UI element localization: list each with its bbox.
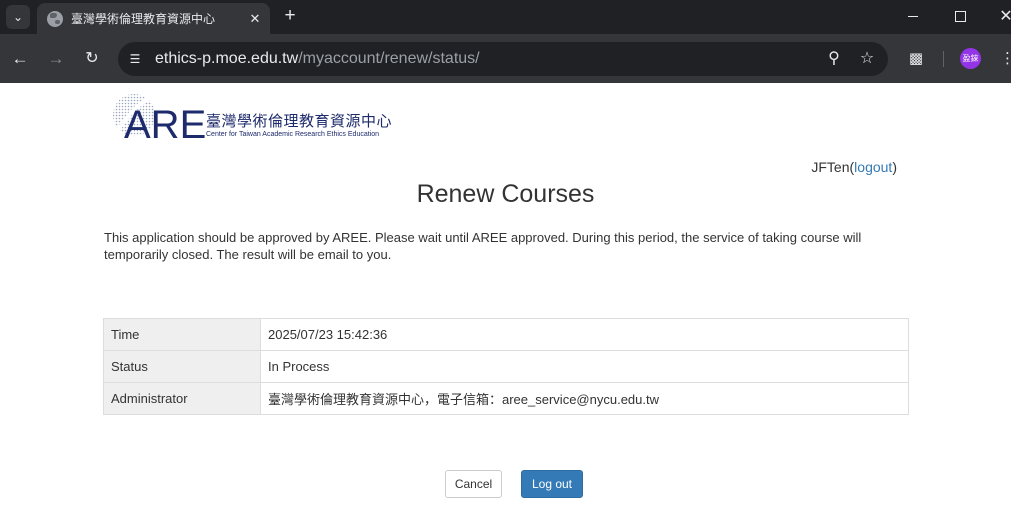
aree-logo[interactable]: AREE 臺灣學術倫理教育資源中心 Center for Taiwan Acad… xyxy=(112,93,402,143)
url-path: /myaccount/renew/status/ xyxy=(298,50,480,67)
reload-icon[interactable]: ↻ xyxy=(80,47,104,71)
renew-status-table: Time 2025/07/23 15:42:36 Status In Proce… xyxy=(103,318,909,415)
new-tab-plus-icon[interactable]: + xyxy=(279,5,301,27)
tab-title: 臺灣學術倫理教育資源中心 xyxy=(71,12,216,26)
url-host: ethics-p.moe.edu.tw xyxy=(155,50,299,67)
close-paren: ) xyxy=(892,159,897,175)
window-minimize-icon[interactable] xyxy=(899,4,927,28)
table-row: Time 2025/07/23 15:42:36 xyxy=(103,318,909,351)
row-label-administrator: Administrator xyxy=(103,382,261,415)
profile-avatar[interactable]: 盈錸 xyxy=(960,48,981,69)
user-status: JFTen(logout) xyxy=(811,159,897,175)
browser-tab-bar: ⌄ 臺灣學術倫理教育資源中心 ✕ + ✕ xyxy=(0,0,1011,34)
row-value-time: 2025/07/23 15:42:36 xyxy=(260,318,909,351)
approval-notice: This application should be approved by A… xyxy=(104,230,862,262)
browser-toolbar: ← → ↻ ☰ ethics-p.moe.edu.tw/myaccount/re… xyxy=(0,34,1011,83)
table-row: Administrator 臺灣學術倫理教育資源中心，電子信箱：aree_ser… xyxy=(103,382,909,415)
logo-chinese-name: 臺灣學術倫理教育資源中心 xyxy=(206,113,393,130)
address-bar[interactable]: ☰ ethics-p.moe.edu.tw/myaccount/renew/st… xyxy=(118,42,888,76)
bookmark-star-icon[interactable]: ☆ xyxy=(857,49,877,69)
aree-logo-mark-icon: AREE xyxy=(113,93,208,143)
tab-search-chevron-icon[interactable]: ⌄ xyxy=(6,5,30,29)
forward-arrow-icon[interactable]: → xyxy=(44,47,68,71)
back-arrow-icon[interactable]: ← xyxy=(8,47,32,71)
browser-tab[interactable]: 臺灣學術倫理教育資源中心 ✕ xyxy=(37,3,270,34)
toolbar-divider xyxy=(943,51,944,67)
logout-button[interactable]: Log out xyxy=(521,470,583,498)
extensions-puzzle-icon[interactable]: ▩ xyxy=(906,49,926,69)
table-row: Status In Process xyxy=(103,350,909,383)
browser-menu-kebab-icon[interactable]: ⋮ xyxy=(1000,48,1011,70)
logo-mark-text: AREE xyxy=(124,103,208,143)
window-maximize-icon[interactable] xyxy=(946,4,974,28)
username: JFTen xyxy=(811,159,850,175)
row-label-time: Time xyxy=(103,318,261,351)
row-label-status: Status xyxy=(103,350,261,383)
globe-icon xyxy=(47,10,63,27)
logo-english-name: Center for Taiwan Academic Research Ethi… xyxy=(206,131,380,138)
row-value-administrator: 臺灣學術倫理教育資源中心，電子信箱：aree_service@nycu.edu.… xyxy=(260,382,909,415)
cancel-button[interactable]: Cancel xyxy=(445,470,502,498)
logout-link[interactable]: logout xyxy=(854,159,892,175)
site-info-tune-icon[interactable]: ☰ xyxy=(126,50,144,68)
row-value-status: In Process xyxy=(260,350,909,383)
url-text[interactable]: ethics-p.moe.edu.tw/myaccount/renew/stat… xyxy=(155,42,480,76)
window-close-icon[interactable]: ✕ xyxy=(992,4,1011,28)
zoom-magnifier-icon[interactable]: ⚲ xyxy=(824,49,844,69)
tab-close-icon[interactable]: ✕ xyxy=(244,11,266,27)
page-title: Renew Courses xyxy=(416,180,595,208)
